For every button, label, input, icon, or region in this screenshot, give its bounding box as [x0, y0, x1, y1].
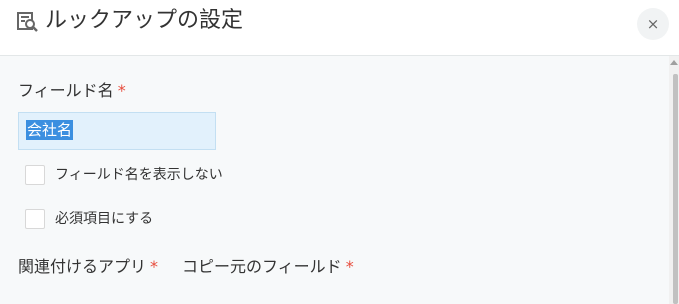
field-name-label: フィールド名 *	[18, 80, 126, 102]
hide-field-name-label: フィールド名を表示しない	[55, 167, 223, 183]
close-icon: ×	[646, 15, 660, 33]
related-app-label-text: 関連付けるアプリ	[18, 257, 147, 276]
scroll-up-arrow-icon[interactable]	[670, 60, 678, 65]
source-field-label: コピー元のフィールド *	[182, 256, 354, 278]
source-field-label-text: コピー元のフィールド	[182, 257, 342, 276]
lookup-icon	[17, 11, 39, 33]
field-name-label-text: フィールド名	[18, 81, 114, 100]
required-field-label: 必須項目にする	[55, 211, 154, 227]
scrollbar-thumb[interactable]	[673, 74, 678, 304]
required-mark: *	[117, 81, 126, 100]
field-name-input-value: 会社名	[26, 120, 74, 140]
hide-field-name-checkbox[interactable]	[25, 165, 45, 185]
required-field-checkbox[interactable]	[25, 209, 45, 229]
required-mark: *	[345, 257, 354, 276]
required-mark: *	[150, 257, 159, 276]
dialog-title: ルックアップの設定	[45, 8, 244, 33]
close-button[interactable]: ×	[637, 8, 669, 40]
dialog-header: ルックアップの設定 ×	[0, 0, 679, 56]
related-app-label: 関連付けるアプリ *	[18, 256, 158, 278]
lookup-settings-dialog: ルックアップの設定 × フィールド名 * 会社名 フィールド名を表示しない 必須項…	[0, 0, 679, 304]
